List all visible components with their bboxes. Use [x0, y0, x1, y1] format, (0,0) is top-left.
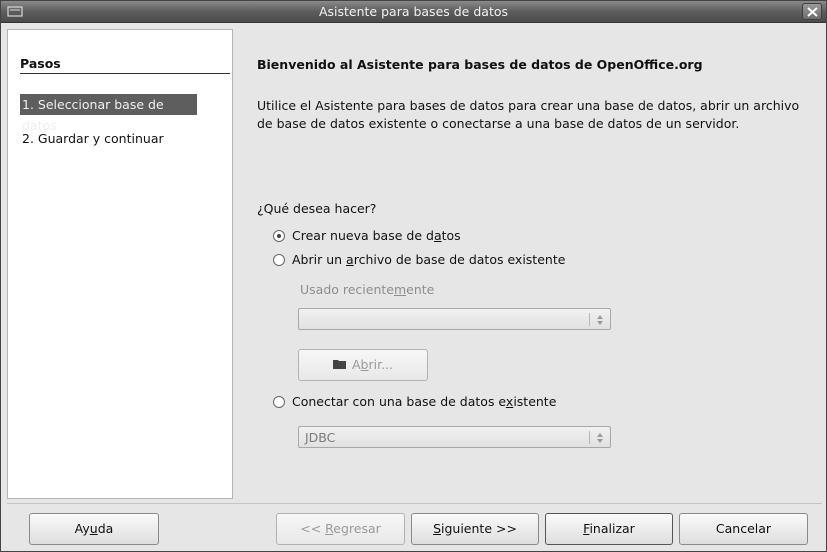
help-button[interactable]: Ayuda [29, 513, 159, 545]
bottom-divider [7, 503, 822, 504]
steps-divider [20, 73, 230, 74]
cancel-button[interactable]: Cancelar [679, 513, 808, 545]
spin-arrows-icon [597, 315, 603, 325]
intro-text: Utilice el Asistente para bases de datos… [257, 98, 800, 131]
back-label-end: egresar [333, 521, 381, 536]
recent-label-text-end: ente [406, 282, 435, 297]
option-create-mnemonic: a [433, 228, 442, 243]
option-open-existing[interactable]: Abrir un archivo de base de datos existe… [273, 251, 565, 269]
back-label: << [300, 521, 326, 536]
create-new-radio[interactable] [273, 229, 285, 242]
connect-existing-radio[interactable] [273, 395, 285, 408]
help-label-end: da [97, 521, 114, 536]
steps-heading: Pasos [20, 56, 61, 71]
welcome-heading: Bienvenido al Asistente para bases de da… [257, 57, 703, 72]
option-create-new[interactable]: Crear nueva base de datos [273, 227, 461, 245]
recently-used-select[interactable] [298, 308, 611, 330]
option-open-label-end: rchivo de base de datos existente [353, 252, 566, 267]
title-bar: Asistente para bases de datos [1, 1, 826, 23]
help-mnemonic: u [89, 521, 98, 536]
open-existing-radio[interactable] [273, 253, 285, 266]
open-file-button[interactable]: Abrir... [298, 349, 428, 381]
connection-type-value: JDBC [305, 430, 336, 445]
recently-used-label: Usado recientemente [300, 282, 434, 297]
back-button[interactable]: << Regresar [276, 513, 405, 545]
next-button[interactable]: Siguiente >> [411, 513, 539, 545]
spin-arrows-icon [597, 433, 603, 443]
folder-icon [332, 350, 347, 380]
close-icon [807, 7, 818, 17]
steps-pane: Pasos 1. Seleccionar base de datos 2. Gu… [7, 29, 233, 499]
finish-button[interactable]: Finalizar [545, 513, 673, 545]
step-save-continue[interactable]: 2. Guardar y continuar [20, 128, 197, 149]
database-wizard-window: Asistente para bases de datos Pasos 1. S… [0, 0, 827, 552]
option-connect-label-end: istente [513, 394, 557, 409]
recent-label-mnemonic: m [393, 282, 407, 297]
next-label-end: iguiente >> [441, 521, 517, 536]
combo-separator [589, 431, 590, 444]
recent-label-text: Usado reciente [300, 282, 394, 297]
option-open-label: Abrir un [292, 252, 347, 267]
step-select-database[interactable]: 1. Seleccionar base de datos [20, 94, 197, 133]
option-connect-existing[interactable]: Conectar con una base de datos existente [273, 393, 556, 411]
option-create-label: Crear nueva base de d [292, 228, 434, 243]
combo-separator [589, 313, 590, 326]
open-button-label: A [351, 357, 361, 372]
close-button[interactable] [802, 3, 822, 20]
connection-type-select[interactable]: JDBC [298, 426, 611, 448]
open-button-label-end: rir... [368, 357, 394, 372]
window-title: Asistente para bases de datos [318, 4, 509, 19]
finish-label-end: inalizar [589, 521, 635, 536]
question-label: ¿Qué desea hacer? [257, 201, 377, 216]
main-pane: Bienvenido al Asistente para bases de da… [237, 29, 822, 499]
next-mnemonic: S [433, 521, 441, 536]
option-open-mnemonic: a [346, 252, 354, 267]
option-create-label-end: tos [441, 228, 461, 243]
option-connect-label: Conectar con una base de datos e [292, 394, 506, 409]
help-label: Ay [74, 521, 90, 536]
